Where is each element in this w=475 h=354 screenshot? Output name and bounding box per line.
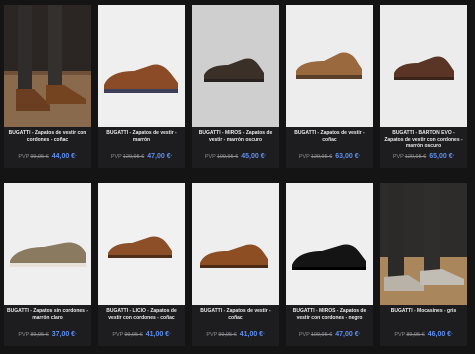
product-card[interactable]: BUGATTI - Zapatos de vestir - coñac PVP9… [192, 183, 279, 346]
product-image[interactable] [380, 5, 467, 127]
sale-price: 46,00 € [427, 331, 452, 338]
pvp-label: PVP [204, 154, 216, 160]
sale-price: 65,00 € [429, 153, 453, 160]
old-price: 89,95 € [406, 332, 425, 338]
product-card[interactable]: BUGATTI - Zapatos de vestir - coñac PVP1… [286, 5, 373, 168]
pvp-label: PVP [18, 154, 30, 160]
product-card[interactable]: BUGATTI - MIROS - Zapatos de vestir - ma… [192, 5, 279, 168]
product-title[interactable]: BUGATTI - Zapatos de vestir - marrón [100, 130, 183, 143]
sale-price: 37,00 € [51, 331, 76, 338]
product-title[interactable]: BUGATTI - MIROS - Zapatos de vestir - ma… [194, 130, 277, 143]
sale-price: 41,00 € [145, 331, 170, 338]
product-image[interactable] [192, 183, 279, 305]
product-title[interactable]: BUGATTI - Mocasines - gris [382, 308, 465, 315]
price-footnote: * [170, 153, 173, 158]
pvp-label: PVP [394, 332, 406, 338]
price-footnote: * [75, 331, 77, 336]
product-title[interactable]: BUGATTI - MIROS - Zapatos de vestir con … [288, 308, 371, 321]
price-footnote: * [169, 331, 171, 336]
price-footnote: * [263, 331, 265, 336]
sale-price: 45,00 € [241, 153, 265, 160]
price-footnote: * [75, 153, 77, 158]
product-card[interactable]: BUGATTI - MIROS - Zapatos de vestir con … [286, 183, 373, 346]
old-price: 129,95 € [310, 154, 333, 160]
price-row: PVP99,95 €41,00 €* [98, 331, 185, 338]
product-card[interactable]: BUGATTI - LICIO - Zapatos de vestir con … [98, 183, 185, 346]
old-price: 99,95 € [218, 332, 237, 338]
product-grid: BUGATTI - Zapatos de vestir con cordones… [0, 0, 475, 354]
product-image[interactable] [98, 5, 185, 127]
product-image[interactable] [98, 183, 185, 305]
product-image[interactable] [286, 183, 373, 305]
price-footnote: * [264, 153, 267, 158]
price-row: PVP99,95 €44,00 €* [4, 153, 91, 160]
product-card[interactable]: BUGATTI - Mocasines - gris PVP89,95 €46,… [380, 183, 467, 346]
price-row: PVP89,95 €46,00 €* [380, 331, 467, 338]
old-price: 129,95 € [122, 154, 145, 160]
old-price: 99,95 € [30, 154, 49, 160]
product-title[interactable]: BUGATTI - Zapatos de vestir con cordones… [6, 130, 89, 143]
sale-price: 47,00 € [335, 331, 359, 338]
product-title[interactable]: BUGATTI - Zapatos sin cordones - marrón … [6, 308, 89, 321]
pvp-label: PVP [298, 332, 310, 338]
price-row: PVP89,95 €37,00 €* [4, 331, 91, 338]
product-image[interactable] [4, 183, 91, 305]
product-title[interactable]: BUGATTI - LICIO - Zapatos de vestir con … [100, 308, 183, 321]
sale-price: 47,00 € [147, 153, 171, 160]
price-row: PVP129,95 €47,00 €* [98, 153, 185, 160]
product-card[interactable]: BUGATTI - Zapatos sin cordones - marrón … [4, 183, 91, 346]
price-row: PVP109,95 €45,00 €* [192, 153, 279, 160]
pvp-label: PVP [112, 332, 124, 338]
price-row: PVP129,95 €65,00 €* [380, 153, 467, 160]
price-footnote: * [452, 153, 455, 158]
price-row: PVP109,95 €47,00 €* [286, 331, 373, 338]
price-row: PVP99,95 €41,00 €* [192, 331, 279, 338]
pvp-label: PVP [206, 332, 218, 338]
old-price: 129,95 € [404, 154, 427, 160]
sale-price: 44,00 € [51, 153, 76, 160]
old-price: 89,95 € [30, 332, 49, 338]
sale-price: 63,00 € [335, 153, 359, 160]
pvp-label: PVP [110, 154, 122, 160]
pvp-label: PVP [298, 154, 310, 160]
product-card[interactable]: BUGATTI - BARTON EVO - Zapatos de vestir… [380, 5, 467, 168]
sale-price: 41,00 € [239, 331, 264, 338]
price-footnote: * [451, 331, 453, 336]
product-title[interactable]: BUGATTI - Zapatos de vestir - coñac [288, 130, 371, 143]
product-card[interactable]: BUGATTI - Zapatos de vestir - marrón PVP… [98, 5, 185, 168]
price-footnote: * [358, 153, 361, 158]
price-footnote: * [358, 331, 361, 336]
price-row: PVP129,95 €63,00 €* [286, 153, 373, 160]
pvp-label: PVP [392, 154, 404, 160]
old-price: 109,95 € [216, 154, 239, 160]
product-title[interactable]: BUGATTI - Zapatos de vestir - coñac [194, 308, 277, 321]
product-card[interactable]: BUGATTI - Zapatos de vestir con cordones… [4, 5, 91, 168]
product-title[interactable]: BUGATTI - BARTON EVO - Zapatos de vestir… [382, 130, 465, 150]
old-price: 109,95 € [310, 332, 333, 338]
product-image[interactable] [192, 5, 279, 127]
product-image[interactable] [380, 183, 467, 305]
old-price: 99,95 € [124, 332, 143, 338]
product-image[interactable] [286, 5, 373, 127]
pvp-label: PVP [18, 332, 30, 338]
product-image[interactable] [4, 5, 91, 127]
